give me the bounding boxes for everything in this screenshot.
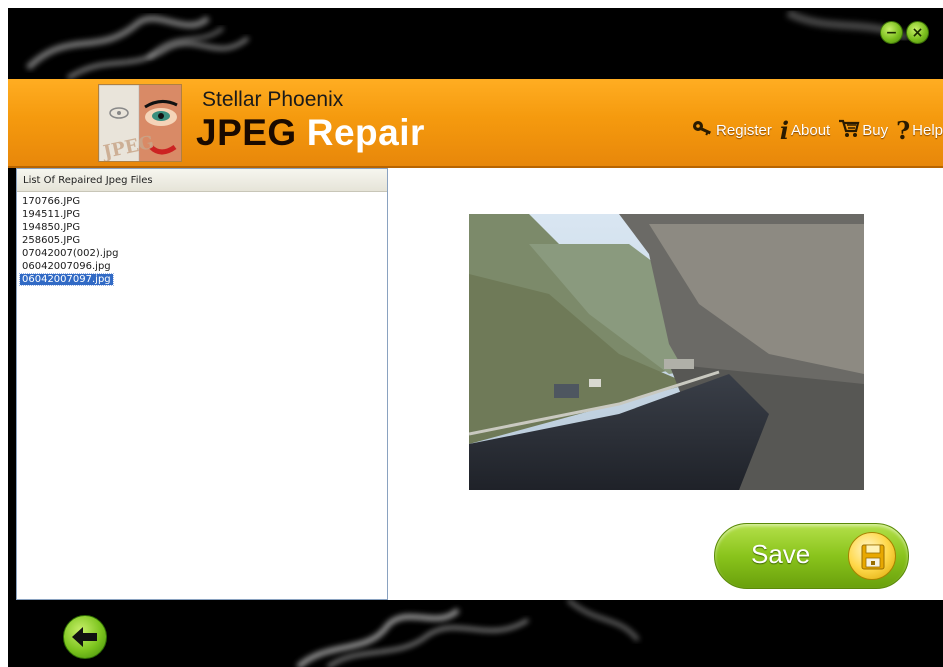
buy-label: Buy	[862, 121, 889, 139]
bottom-bar	[8, 600, 943, 667]
product-title-main: JPEG	[196, 112, 297, 153]
product-title: JPEG Repair	[196, 112, 425, 154]
help-icon: ?	[896, 115, 911, 145]
buy-link[interactable]: Buy	[838, 118, 888, 143]
app-window: − × JPEG Stellar Phoenix JPEG Repair Reg…	[8, 8, 943, 667]
repaired-files-panel: List Of Repaired Jpeg Files 170766.JPG 1…	[16, 168, 388, 600]
register-label: Register	[716, 121, 772, 139]
floppy-disk-icon	[861, 544, 885, 570]
file-list-item[interactable]: 07042007(002).jpg	[17, 247, 387, 260]
top-menu: Register i About Buy ? Help	[692, 116, 943, 145]
file-list-item[interactable]: 194850.JPG	[17, 221, 387, 234]
title-bar: − ×	[8, 8, 943, 80]
help-link[interactable]: ? Help	[896, 116, 943, 145]
preview-panel: Save	[388, 168, 943, 600]
minimize-icon: −	[885, 24, 898, 41]
cart-icon	[838, 118, 860, 143]
smoke-decoration-top	[25, 9, 910, 80]
file-list-item[interactable]: 194511.JPG	[17, 208, 387, 221]
brand-company: Stellar Phoenix	[202, 88, 344, 111]
file-list-item[interactable]: 258605.JPG	[17, 234, 387, 247]
file-list-header: List Of Repaired Jpeg Files	[17, 169, 387, 192]
back-arrow-icon	[72, 627, 97, 647]
app-logo: JPEG	[98, 84, 182, 162]
minimize-button[interactable]: −	[880, 21, 903, 44]
app-header: JPEG Stellar Phoenix JPEG Repair Register…	[8, 79, 943, 168]
main-content: List Of Repaired Jpeg Files 170766.JPG 1…	[16, 168, 943, 600]
register-link[interactable]: Register	[692, 118, 772, 143]
mountain-road-photo	[469, 214, 864, 490]
file-list[interactable]: 170766.JPG 194511.JPG 194850.JPG 258605.…	[17, 192, 387, 286]
file-list-item[interactable]: 06042007096.jpg	[17, 260, 387, 273]
save-button[interactable]: Save	[714, 523, 909, 589]
info-icon: i	[779, 115, 790, 145]
close-button[interactable]: ×	[906, 21, 929, 44]
save-button-label: Save	[751, 539, 811, 569]
back-button[interactable]	[63, 615, 107, 659]
about-link[interactable]: i About	[780, 116, 830, 145]
help-label: Help	[912, 121, 943, 139]
product-title-sub: Repair	[306, 112, 425, 153]
save-icon-badge	[848, 532, 896, 580]
key-icon	[692, 118, 714, 143]
preview-image	[469, 214, 864, 490]
file-list-item[interactable]: 170766.JPG	[17, 195, 387, 208]
close-icon: ×	[911, 24, 924, 41]
about-label: About	[791, 121, 831, 139]
file-list-item-selected[interactable]: 06042007097.jpg	[17, 273, 387, 286]
smoke-decoration-bottom	[296, 600, 640, 667]
